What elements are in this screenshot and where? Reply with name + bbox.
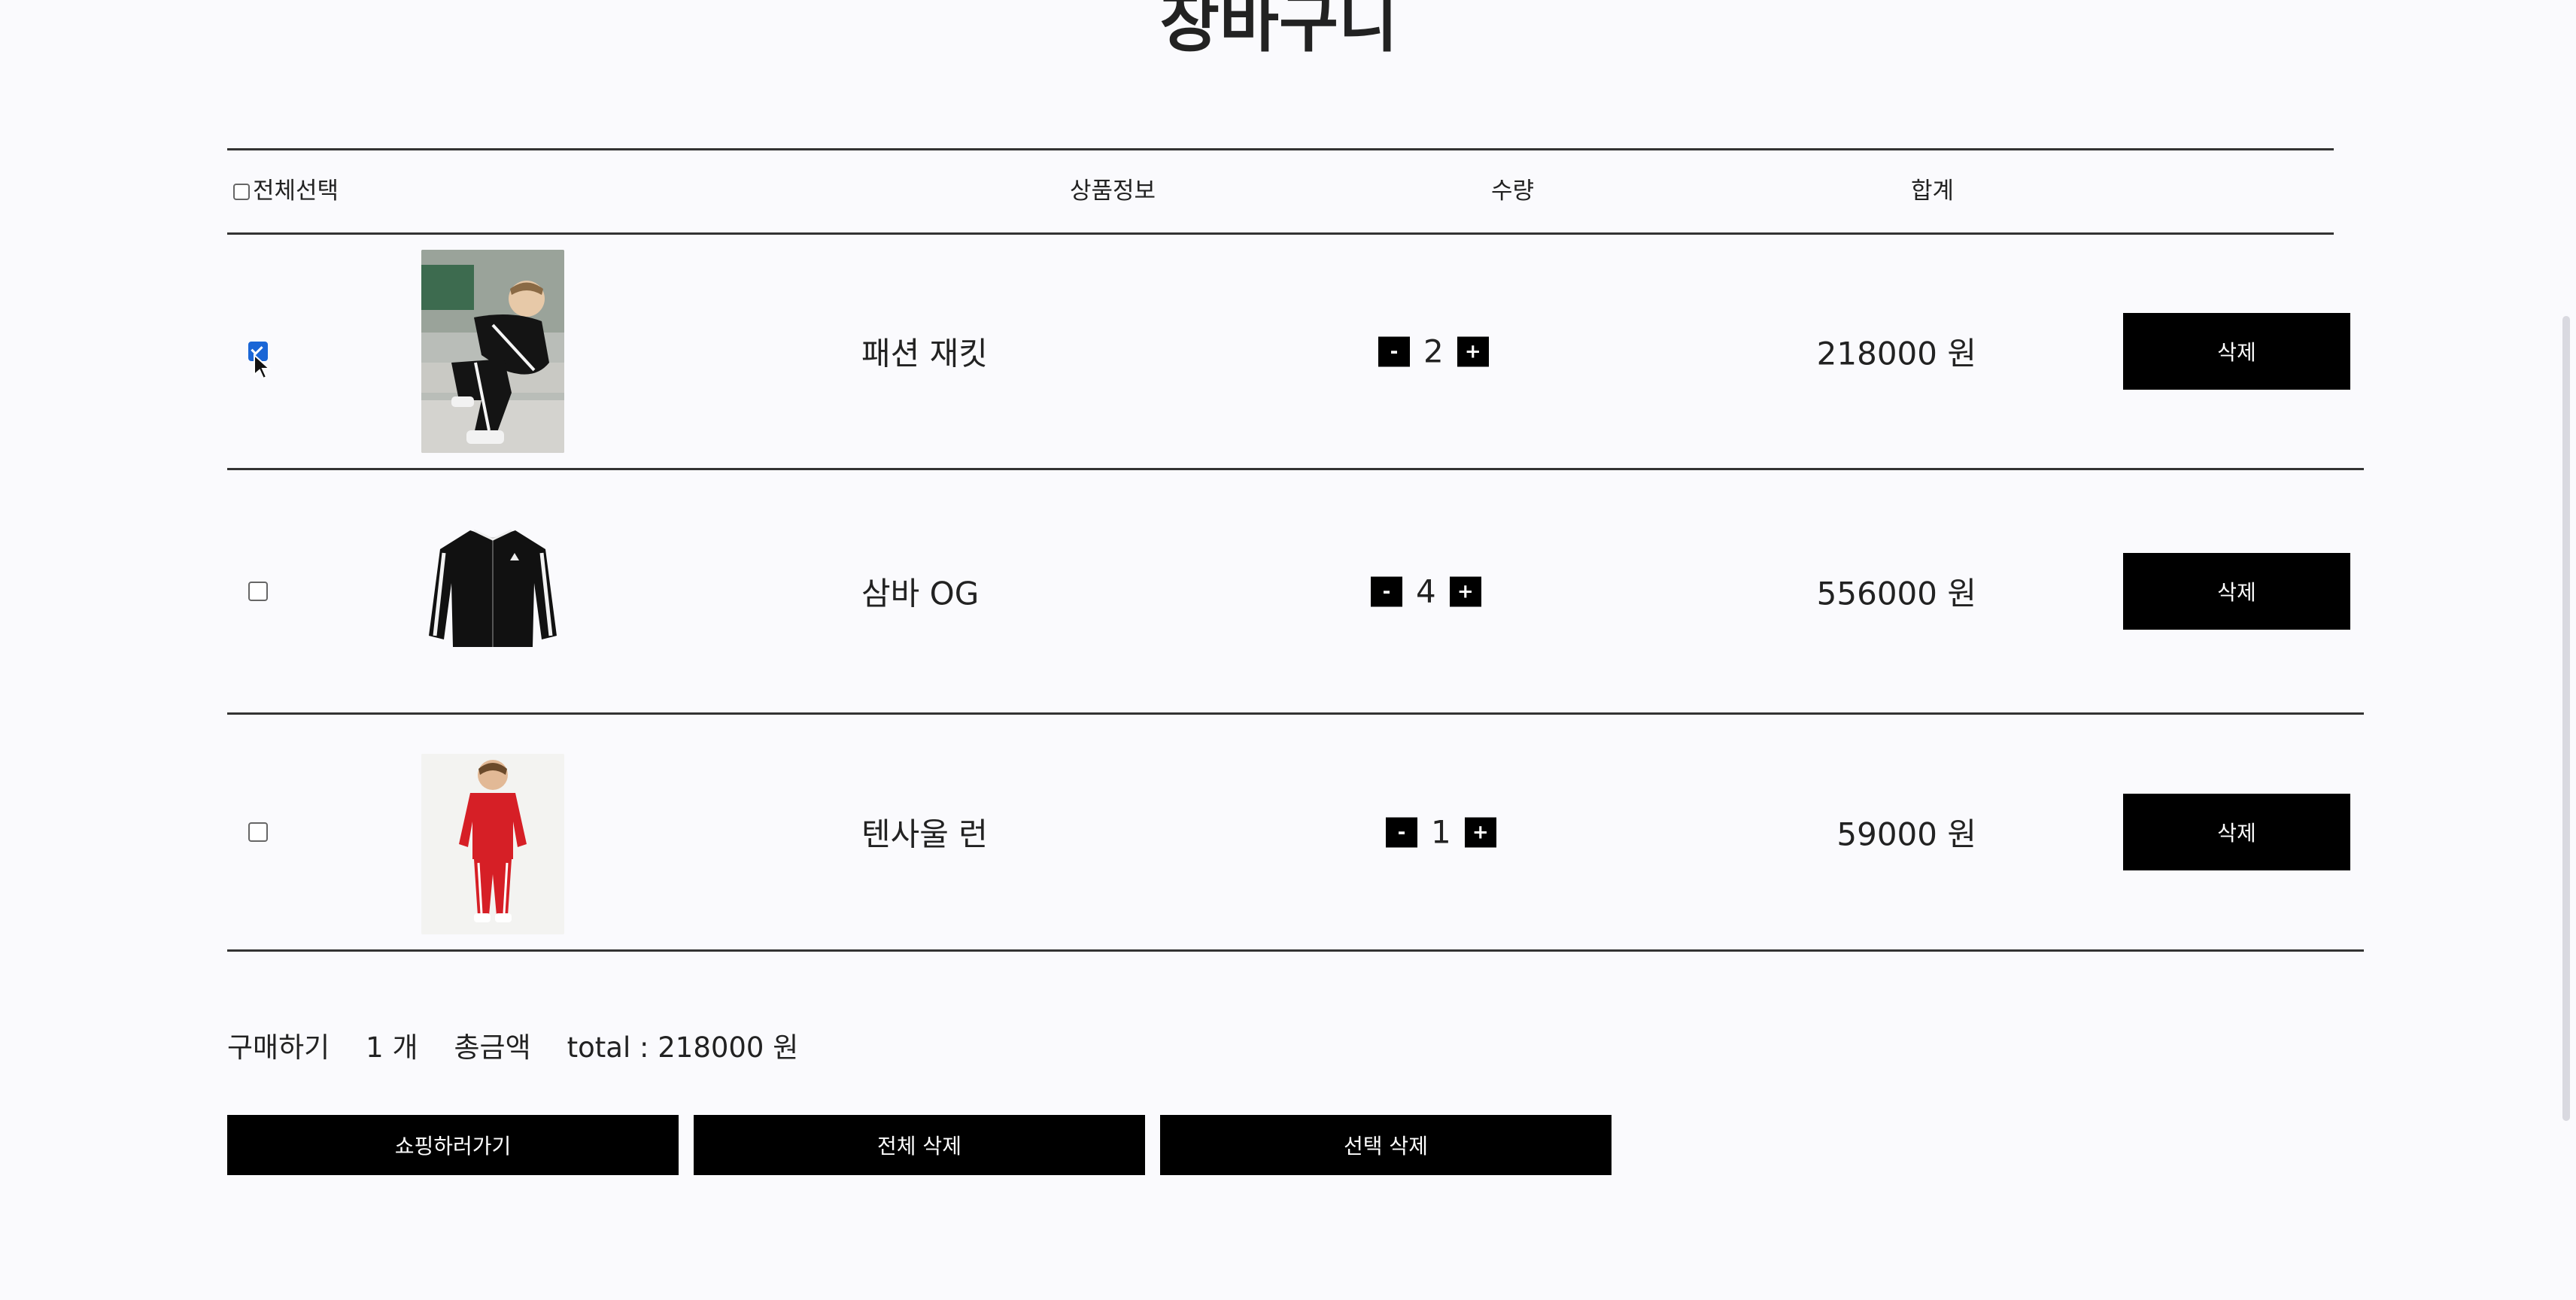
delete-all-button[interactable]: 전체 삭제 xyxy=(694,1115,1145,1175)
page-title: 장바구니 xyxy=(1159,0,1399,61)
header-total: 합계 xyxy=(1911,178,1955,205)
delete-button[interactable]: 삭제 xyxy=(2123,313,2350,390)
product-image-child-black-tracksuit xyxy=(421,250,564,453)
item-total: 556000 원 xyxy=(1816,575,1976,612)
buy-label[interactable]: 구매하기 xyxy=(227,1025,330,1065)
selected-count: 1 개 xyxy=(366,1031,418,1064)
select-all-checkbox[interactable] xyxy=(233,183,250,200)
qty-decrease-button[interactable]: - xyxy=(1371,576,1402,606)
header-quantity: 수량 xyxy=(1491,178,1535,205)
item-name: 패션 재킷 xyxy=(861,335,988,372)
qty-decrease-button[interactable]: - xyxy=(1378,336,1410,366)
cart-item-row: 텐사울 런 - 1 + 59000 원 삭제 xyxy=(227,715,2364,949)
cart-table-header: 전체선택 상품정보 수량 합계 xyxy=(227,150,2334,232)
product-image-child-red-tracksuit xyxy=(421,754,564,934)
qty-value: 1 xyxy=(1431,813,1451,851)
quantity-stepper: - 4 + xyxy=(1371,573,1481,610)
item-checkbox[interactable] xyxy=(248,822,268,842)
mouse-cursor-icon xyxy=(254,354,271,380)
item-name: 텐사울 런 xyxy=(861,816,988,853)
header-product-info: 상품정보 xyxy=(1070,178,1156,205)
checkbox-unchecked[interactable] xyxy=(248,822,268,842)
order-summary: 구매하기 1 개 총금액 total : 218000 원 xyxy=(227,1025,798,1065)
qty-increase-button[interactable]: + xyxy=(1449,576,1481,606)
delete-button[interactable]: 삭제 xyxy=(2123,553,2350,630)
qty-value: 4 xyxy=(1416,573,1436,610)
total-amount-label: 총금액 xyxy=(454,1031,531,1064)
checkbox-unchecked[interactable] xyxy=(248,582,268,601)
qty-increase-button[interactable]: + xyxy=(1457,336,1489,366)
select-all-control[interactable]: 전체선택 xyxy=(233,150,339,232)
product-image-black-jacket xyxy=(421,515,564,666)
cart-item-row: 패션 재킷 - 2 + 218000 원 삭제 xyxy=(227,235,2364,468)
item-name: 삼바 OG xyxy=(861,575,980,612)
child-red-tracksuit-photo xyxy=(421,754,564,934)
child-black-tracksuit-photo xyxy=(421,250,564,453)
select-all-label: 전체선택 xyxy=(253,178,339,205)
divider-row xyxy=(227,949,2364,952)
total-amount-value: total : 218000 원 xyxy=(567,1031,799,1064)
go-shopping-button[interactable]: 쇼핑하러가기 xyxy=(227,1115,679,1175)
vertical-scrollbar[interactable] xyxy=(2562,316,2570,1121)
cart-item-row: 삼바 OG - 4 + 556000 원 삭제 xyxy=(227,470,2364,712)
item-total: 59000 원 xyxy=(1836,816,1976,853)
delete-selected-button[interactable]: 선택 삭제 xyxy=(1160,1115,1612,1175)
delete-button[interactable]: 삭제 xyxy=(2123,794,2350,870)
cart-actions: 쇼핑하러가기 전체 삭제 선택 삭제 xyxy=(227,1115,1612,1175)
black-jacket-photo xyxy=(421,515,564,666)
qty-decrease-button[interactable]: - xyxy=(1386,817,1417,847)
qty-value: 2 xyxy=(1423,333,1444,370)
item-checkbox[interactable] xyxy=(248,582,268,601)
quantity-stepper: - 1 + xyxy=(1386,814,1496,851)
qty-increase-button[interactable]: + xyxy=(1464,817,1496,847)
item-total: 218000 원 xyxy=(1816,335,1976,372)
quantity-stepper: - 2 + xyxy=(1378,333,1489,370)
